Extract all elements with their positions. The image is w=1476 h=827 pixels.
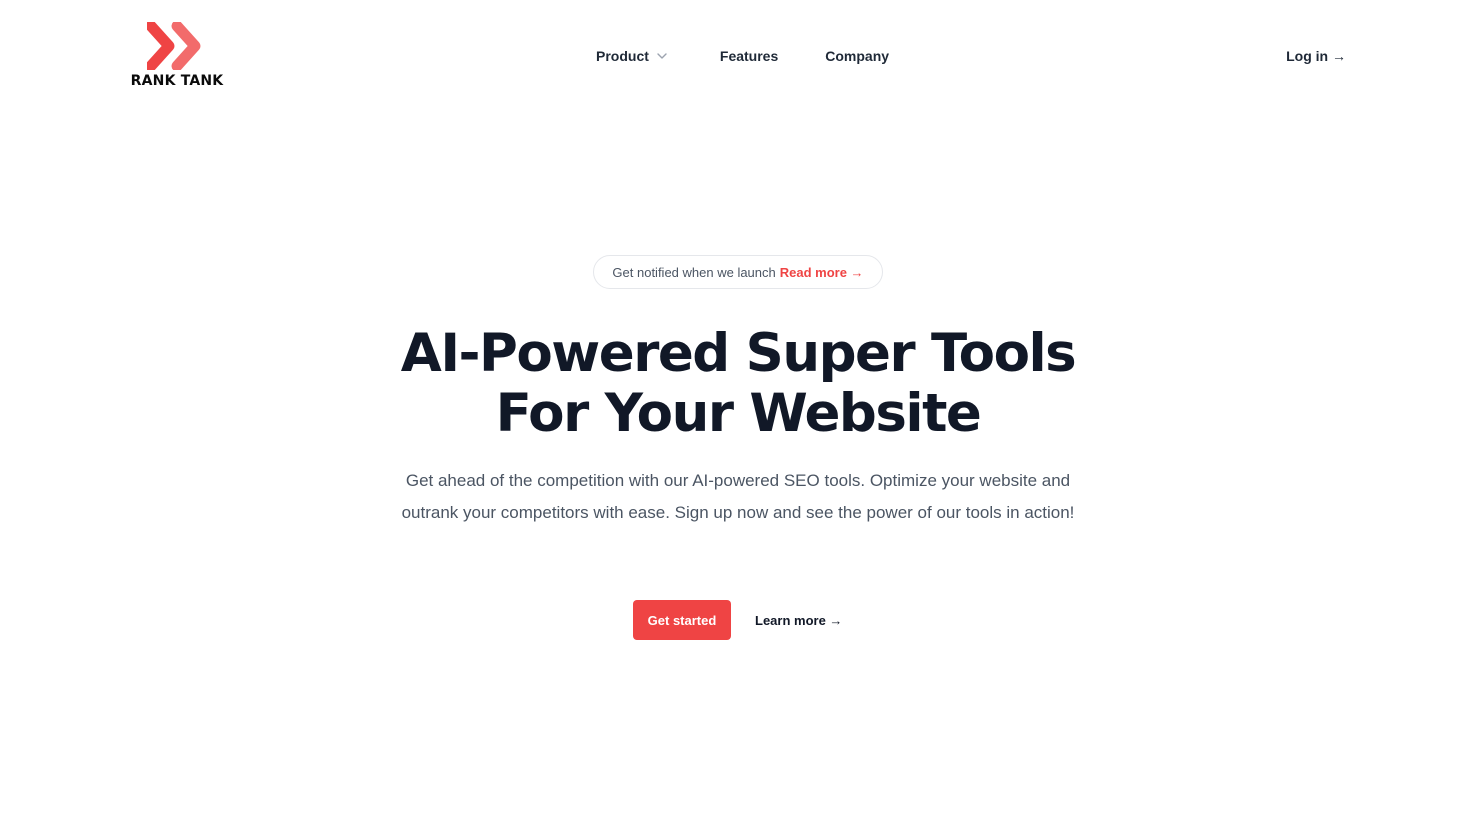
main-nav: Product Features Company xyxy=(596,46,889,66)
hero-headline-line-2: For Your Website xyxy=(495,383,982,444)
brand-logo[interactable]: RANK TANK xyxy=(129,22,225,92)
login-link[interactable]: Log in → xyxy=(1286,46,1346,66)
brand-name: RANK TANK xyxy=(130,73,224,89)
announcement-pill: Get notified when we launch Read more → xyxy=(593,255,883,289)
nav-item-product[interactable]: Product xyxy=(596,46,668,66)
learn-more-link[interactable]: Learn more → xyxy=(755,610,842,630)
nav-item-label: Product xyxy=(596,48,649,64)
landing-page: RANK TANK Product Features Company Log i… xyxy=(0,0,1476,827)
hero-headline: AI-Powered Super Tools For Your Website xyxy=(0,324,1476,444)
read-more-link[interactable]: Read more → xyxy=(780,265,864,280)
double-chevron-right-icon xyxy=(147,22,201,70)
nav-item-label: Features xyxy=(719,48,779,64)
hero-subheading: Get ahead of the competition with our AI… xyxy=(401,471,1075,522)
get-started-button[interactable]: Get started xyxy=(633,600,731,640)
nav-item-features[interactable]: Features xyxy=(720,46,778,66)
announcement-text: Get notified when we launch xyxy=(612,264,776,280)
nav-item-label: Company xyxy=(825,48,890,64)
chevron-down-icon xyxy=(657,53,667,59)
nav-item-company[interactable]: Company xyxy=(825,46,889,66)
hero-headline-line-1: AI-Powered Super Tools xyxy=(400,323,1077,384)
